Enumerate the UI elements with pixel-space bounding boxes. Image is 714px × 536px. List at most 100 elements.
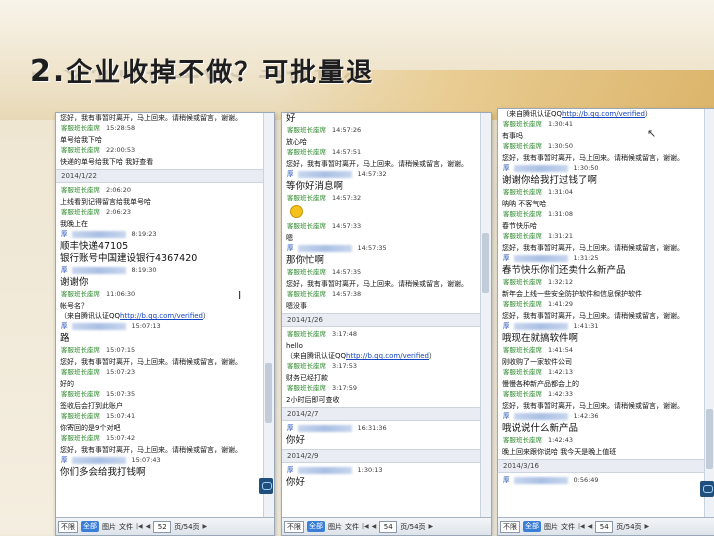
message-text: 单号给我下哈: [56, 135, 264, 145]
scrollbar[interactable]: [480, 113, 491, 517]
sender-name: 客服班长座席: [287, 290, 326, 298]
image-filter-button[interactable]: 图片: [102, 522, 116, 532]
chat-history-list[interactable]: 好客服班长座席 14:57:26 放心哈 客服班长座席 14:57:51 您好，我有事暂时…: [282, 113, 481, 517]
verified-link[interactable]: http://b.qq.com/verified: [562, 110, 645, 118]
message-time: 15:28:58: [106, 124, 136, 132]
all-button[interactable]: 全部: [81, 521, 99, 532]
message-header: 厚 8:19:23: [56, 229, 264, 241]
first-page-icon[interactable]: |◀: [136, 523, 143, 530]
message-body: 快递的单号给我下哈 我好查看: [60, 158, 154, 166]
message-time: 15:07:42: [106, 434, 136, 442]
first-page-icon[interactable]: |◀: [362, 523, 369, 530]
message-body: 哦现在就搞软件啊: [502, 333, 579, 344]
redacted-name: [513, 412, 568, 420]
sender-line: 客服班长座席 3:17:48: [287, 330, 476, 339]
message-body: 你们多会给我打钱啊: [60, 467, 146, 478]
message-time: 1:42:43: [548, 436, 574, 444]
filter-select[interactable]: 不限: [500, 520, 520, 533]
message-header: 厚 1:31:25: [498, 253, 705, 265]
message-header: 客服班长座席 3:17:48: [282, 329, 481, 341]
sender-line: 客服班长座席 1:42:33: [503, 390, 700, 399]
file-filter-button[interactable]: 文件: [119, 522, 133, 532]
scrollbar-thumb[interactable]: [482, 233, 489, 293]
scrollbar[interactable]: [259, 113, 274, 517]
sender-line: 客服班长座席 22:00:53: [61, 146, 259, 155]
message-body: 好: [286, 113, 296, 124]
message-time: 15:07:23: [106, 368, 136, 376]
prev-page-icon[interactable]: ◀: [146, 523, 151, 530]
scrollbar-thumb[interactable]: [706, 409, 713, 469]
sender-name: 客服班长座席: [503, 142, 542, 150]
message-time: 15:07:35: [106, 390, 136, 398]
message-text: 您好，我有事暂时离开，马上回来。请稍候或留言，谢谢。: [56, 113, 264, 123]
next-page-icon[interactable]: ▶: [203, 523, 208, 530]
chat-history-list[interactable]: 您好，我有事暂时离开，马上回来。请稍候或留言，谢谢。 客服班长座席 15:28:58…: [56, 113, 264, 517]
message-body: 您好，我有事暂时离开，马上回来。请稍候或留言，谢谢。: [286, 280, 468, 288]
sender-name: 客服班长座席: [503, 368, 542, 376]
sender-name: 厚: [61, 230, 68, 238]
message-header: 客服班长座席 2:06:20: [56, 185, 264, 197]
message-body: 好的: [60, 380, 74, 388]
filter-select[interactable]: 不限: [284, 520, 304, 533]
all-button[interactable]: 全部: [523, 521, 541, 532]
qq-app-icon[interactable]: [700, 481, 714, 497]
message-text: 好的: [56, 379, 264, 389]
message-text: 路: [56, 333, 264, 345]
message-body: 您好，我有事暂时离开，马上回来。请稍候或留言，谢谢。: [502, 244, 684, 252]
chat-history-list[interactable]: （来自腾讯认证QQhttp://b.qq.com/verified） 客服班长座席…: [498, 109, 705, 517]
file-filter-button[interactable]: 文件: [345, 522, 359, 532]
date-divider: 2014/1/22: [56, 169, 264, 183]
message-body: 您好，我有事暂时离开，马上回来。请稍候或留言，谢谢。: [60, 358, 242, 366]
message-time: 14:57:38: [332, 290, 362, 298]
history-toolbar: 不限 全部 图片 文件 |◀ ◀ 54 页/54页 ▶: [282, 517, 491, 535]
next-page-icon[interactable]: ▶: [429, 523, 434, 530]
next-page-icon[interactable]: ▶: [645, 523, 650, 530]
message-header: 客服班长座席 15:07:23: [56, 367, 264, 379]
all-button[interactable]: 全部: [307, 521, 325, 532]
message-time: 0:56:49: [573, 476, 599, 484]
qq-app-icon[interactable]: [259, 478, 273, 494]
page-number-input[interactable]: 54: [595, 520, 614, 533]
sender-line: 客服班长座席 2:06:20: [61, 186, 259, 195]
sender-name: 厚: [287, 424, 294, 432]
message-text: 您好，我有事暂时离开，马上回来。请稍候或留言，谢谢。: [282, 159, 481, 169]
message-body: 等你好消息啊: [286, 181, 344, 192]
sender-line: 客服班长座席 1:30:41: [503, 120, 700, 129]
sender-line: 客服班长座席 15:07:35: [61, 390, 259, 399]
page-number-input[interactable]: 54: [379, 520, 398, 533]
message-text: 您好，我有事暂时离开，马上回来。请稍候或留言，谢谢。: [282, 279, 481, 289]
message-header: 客服班长座席 15:07:41: [56, 411, 264, 423]
message-suffix: ）: [203, 312, 210, 320]
message-body: 晚上回来跟你说哈 我今天是晚上值班: [502, 448, 617, 456]
sender-line: 客服班长座席 15:07:23: [61, 368, 259, 377]
sender-line: 厚 1:41:31: [503, 322, 700, 331]
message-text: 春节快乐哈: [498, 221, 705, 231]
filter-select[interactable]: 不限: [58, 520, 78, 533]
verified-link[interactable]: http://b.qq.com/verified: [346, 352, 429, 360]
message-time: 11:06:30: [106, 290, 136, 298]
sender-name: 客服班长座席: [287, 148, 326, 156]
message-time: 14:57:51: [332, 148, 362, 156]
image-filter-button[interactable]: 图片: [328, 522, 342, 532]
file-filter-button[interactable]: 文件: [561, 522, 575, 532]
scrollbar[interactable]: [700, 109, 714, 517]
message-header: 客服班长座席 1:42:33: [498, 389, 705, 401]
sender-line: 厚 1:30:50: [503, 164, 700, 173]
message-body: （来自腾讯认证QQ: [286, 352, 347, 360]
message-header: 厚 15:07:13: [56, 321, 264, 333]
chat-history-window-2: 好客服班长座席 14:57:26 放心哈 客服班长座席 14:57:51 您好，我有事暂时…: [281, 112, 492, 536]
text-cursor-icon: I: [238, 289, 242, 302]
message-header: 客服班长座席 3:17:53: [282, 361, 481, 373]
prev-page-icon[interactable]: ◀: [588, 523, 593, 530]
sender-line: 客服班长座席 15:07:41: [61, 412, 259, 421]
message-time: 22:00:53: [106, 146, 136, 154]
message-text: 慢慢各种新产品都会上的: [498, 379, 705, 389]
prev-page-icon[interactable]: ◀: [372, 523, 377, 530]
image-filter-button[interactable]: 图片: [544, 522, 558, 532]
page-number-input[interactable]: 52: [153, 520, 172, 533]
verified-link[interactable]: http://b.qq.com/verified: [120, 312, 203, 320]
first-page-icon[interactable]: |◀: [578, 523, 585, 530]
message-header: 客服班长座席 22:00:53: [56, 145, 264, 157]
scrollbar-thumb[interactable]: [265, 363, 272, 423]
redacted-name: [297, 424, 352, 432]
